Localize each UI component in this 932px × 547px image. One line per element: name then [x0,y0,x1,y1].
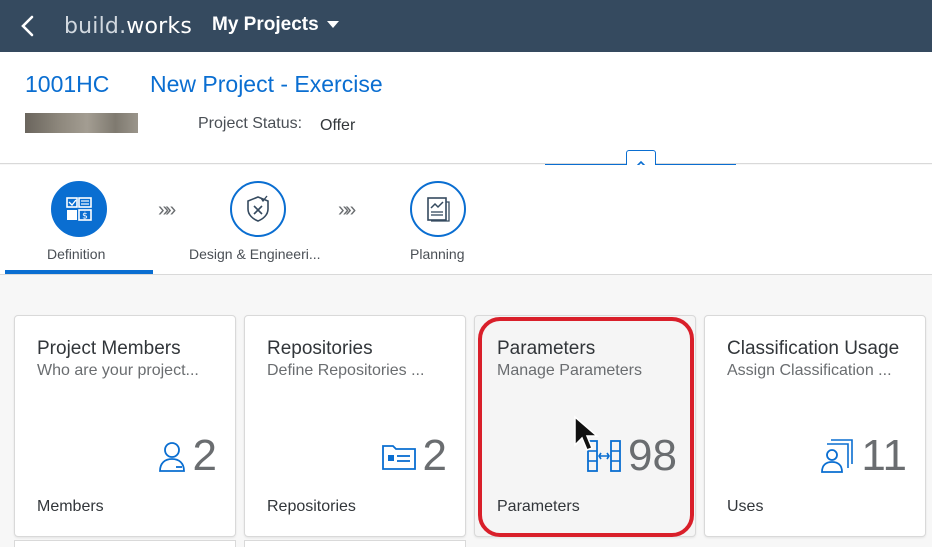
tile-subtitle: Who are your project... [37,362,199,379]
tile-value: 11 [861,431,907,480]
app-logo[interactable]: build.works [64,14,192,39]
caret-down-icon [326,21,339,28]
planning-icon [427,197,450,222]
tile-kpi: 11 [819,434,907,478]
tile-repositories[interactable]: Repositories Define Repositories ... 2 R… [244,315,466,537]
svg-text:$: $ [82,212,88,222]
tile-kpi: 2 [381,434,447,478]
project-id: 1001HC [25,71,110,97]
tile-kpi: 2 [157,434,217,478]
classification-icon [821,439,854,473]
shell-bar: build.works My Projects [0,0,932,52]
tile-classification-usage[interactable]: Classification Usage Assign Classificati… [704,315,926,537]
project-status-label: Project Status: [198,115,303,132]
tile-title: Parameters [497,338,596,359]
tile-subtitle: Manage Parameters [497,362,642,379]
tile-value: 2 [192,431,217,480]
tile-project-members[interactable]: Project Members Who are your project... … [14,315,236,537]
shield-check-icon [247,195,269,222]
step-planning[interactable] [410,181,466,237]
tile-footer: Members [37,498,104,515]
tile-title: Classification Usage [727,338,900,359]
step-separator-2: »» [338,199,356,221]
step-definition[interactable]: $ [51,181,107,237]
step-design-engineering-label[interactable]: Design & Engineeri... [189,246,321,262]
process-flow: $ Definition »» Design & Engineeri... »»… [0,165,932,275]
object-header: 1001HC New Project - Exercise Project St… [0,52,932,164]
tile-footer: Repositories [267,498,356,515]
back-arrow-icon [21,15,34,37]
tile-subtitle: Assign Classification ... [727,362,892,379]
step-definition-label[interactable]: Definition [47,246,105,262]
tile-partial[interactable] [244,540,466,547]
step-design-engineering[interactable] [230,181,286,237]
tile-value: 2 [422,431,447,480]
person-icon [158,442,185,472]
step-separator-1: »» [158,199,176,221]
project-title: New Project - Exercise [150,71,383,97]
tile-subtitle: Define Repositories ... [267,362,425,379]
back-button[interactable] [14,12,42,40]
definition-icon: $ [66,197,92,222]
project-status-value: Offer [320,117,356,134]
tile-footer: Parameters [497,498,580,515]
active-step-indicator [5,270,153,274]
folder-card-icon [381,445,416,470]
mouse-cursor-icon [574,415,600,451]
tile-title: Project Members [37,338,181,359]
tile-title: Repositories [267,338,373,359]
tile-partial[interactable] [14,540,236,547]
my-projects-menu[interactable]: My Projects [212,14,339,36]
project-image [25,113,138,133]
tile-footer: Uses [727,498,764,515]
tile-value: 98 [628,431,677,480]
my-projects-label: My Projects [212,14,319,35]
step-planning-label[interactable]: Planning [410,246,465,262]
